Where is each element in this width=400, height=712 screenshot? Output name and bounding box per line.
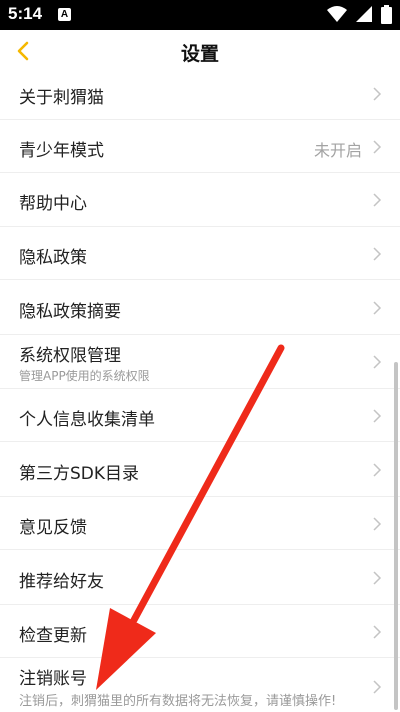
nav-bar: 设置	[0, 30, 400, 72]
signal-icon	[355, 6, 372, 22]
settings-item-label: 关于刺猬猫	[19, 88, 104, 108]
settings-item-help-center[interactable]: 帮助中心	[0, 173, 400, 227]
settings-item-subtitle: 管理APP使用的系统权限	[19, 369, 150, 383]
settings-item-label: 意见反馈	[19, 518, 87, 538]
chevron-right-icon	[373, 355, 382, 369]
settings-list: 关于刺猬猫 青少年模式 未开启 帮助中心 隐私政策 隐私政策摘要 系统权限管理 …	[0, 68, 400, 712]
settings-item-personal-info-list[interactable]: 个人信息收集清单	[0, 389, 400, 442]
settings-item-teen-mode[interactable]: 青少年模式 未开启	[0, 120, 400, 173]
settings-item-privacy-policy[interactable]: 隐私政策	[0, 227, 400, 280]
settings-item-label: 注销账号	[19, 669, 87, 689]
scrollbar[interactable]	[394, 362, 398, 710]
settings-item-label: 个人信息收集清单	[19, 410, 155, 430]
settings-item-check-update[interactable]: 检查更新	[0, 605, 400, 658]
settings-item-label: 检查更新	[19, 626, 87, 646]
chevron-right-icon	[373, 409, 382, 423]
settings-item-label: 系统权限管理	[19, 346, 121, 366]
status-time: 5:14	[8, 4, 43, 23]
chevron-right-icon	[373, 625, 382, 639]
chevron-right-icon	[373, 517, 382, 531]
battery-icon	[381, 5, 392, 24]
teen-mode-status: 未开启	[313, 141, 362, 160]
settings-item-label: 推荐给好友	[19, 572, 104, 592]
notification-badge: A	[58, 8, 71, 21]
settings-item-about[interactable]: 关于刺猬猫	[0, 68, 400, 120]
settings-item-label: 隐私政策摘要	[19, 302, 121, 322]
page-title: 设置	[180, 43, 219, 65]
settings-item-label: 隐私政策	[19, 248, 87, 268]
chevron-right-icon	[373, 140, 382, 154]
settings-item-third-party-sdk[interactable]: 第三方SDK目录	[0, 442, 400, 497]
chevron-right-icon	[373, 680, 382, 694]
chevron-right-icon	[373, 571, 382, 585]
chevron-right-icon	[373, 87, 382, 101]
settings-item-subtitle: 注销后，刺猬猫里的所有数据将无法恢复，请谨慎操作!	[19, 694, 337, 709]
settings-item-system-permissions[interactable]: 系统权限管理 管理APP使用的系统权限	[0, 335, 400, 389]
settings-item-feedback[interactable]: 意见反馈	[0, 497, 400, 550]
settings-item-delete-account[interactable]: 注销账号 注销后，刺猬猫里的所有数据将无法恢复，请谨慎操作!	[0, 658, 400, 712]
chevron-right-icon	[373, 463, 382, 477]
settings-item-label: 帮助中心	[19, 194, 87, 214]
chevron-right-icon	[373, 301, 382, 315]
status-icons	[324, 5, 392, 25]
status-bar: 5:14 A	[0, 0, 400, 30]
settings-item-label: 青少年模式	[19, 141, 104, 161]
settings-item-recommend[interactable]: 推荐给好友	[0, 550, 400, 605]
chevron-right-icon	[373, 247, 382, 261]
settings-item-privacy-summary[interactable]: 隐私政策摘要	[0, 280, 400, 335]
wifi-icon	[326, 6, 347, 22]
chevron-right-icon	[373, 193, 382, 207]
settings-item-label: 第三方SDK目录	[19, 464, 140, 484]
